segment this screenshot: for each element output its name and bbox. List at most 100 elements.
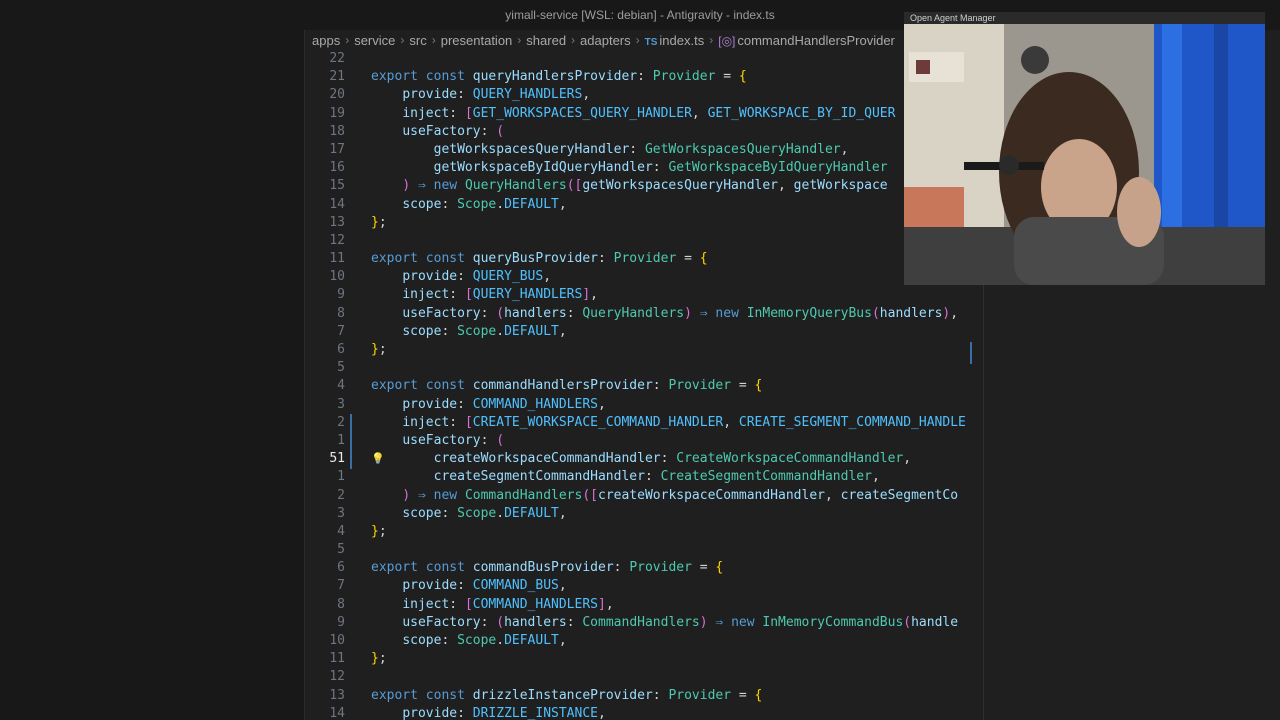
code-text: ) ⇒ new CommandHandlers([createWorkspace… (402, 487, 959, 503)
code-line[interactable]: 4}; (305, 523, 1280, 541)
breadcrumb-file-label: index.ts (659, 32, 705, 48)
line-number: 3 (337, 396, 345, 412)
code-line[interactable]: 9 useFactory: (handlers: CommandHandlers… (305, 614, 1280, 632)
code-text: inject: [QUERY_HANDLERS], (402, 287, 598, 303)
code-text: export const queryHandlersProvider: Prov… (371, 69, 747, 85)
line-number: 5 (337, 360, 345, 376)
line-number: 14 (329, 196, 345, 212)
chevron-right-icon: › (345, 33, 350, 47)
line-number: 8 (337, 596, 345, 612)
chevron-right-icon: › (431, 33, 436, 47)
code-line[interactable]: 2 inject: [CREATE_WORKSPACE_COMMAND_HAND… (305, 414, 1280, 432)
code-line[interactable]: 1 useFactory: ( (305, 432, 1280, 450)
code-text: createSegmentCommandHandler: CreateSegme… (433, 469, 880, 485)
code-line[interactable]: 6 export const commandBusProvider: Provid… (305, 559, 1280, 577)
breadcrumb-item[interactable]: service (354, 33, 395, 48)
chevron-right-icon: › (400, 33, 405, 47)
code-line[interactable]: 3 scope: Scope.DEFAULT, (305, 505, 1280, 523)
breadcrumb-symbol-label: commandHandlersProvider (737, 32, 895, 48)
code-text: createWorkspaceCommandHandler: CreateWor… (433, 451, 912, 467)
code-line[interactable]: 6}; (305, 341, 1280, 359)
code-line[interactable]: 5 (305, 359, 1280, 377)
code-line[interactable]: 8 inject: [COMMAND_HANDLERS], (305, 596, 1280, 614)
line-number: 12 (329, 232, 345, 248)
line-number: 4 (337, 378, 345, 394)
code-text: }; (371, 214, 387, 230)
line-number: 13 (329, 687, 345, 703)
line-number: 10 (329, 269, 345, 285)
line-number: 9 (337, 614, 345, 630)
line-number: 51 (329, 451, 345, 467)
code-line[interactable]: 13 export const drizzleInstanceProvider: … (305, 687, 1280, 705)
line-number: 17 (329, 141, 345, 157)
line-number: 16 (329, 160, 345, 176)
line-number: 1 (337, 469, 345, 485)
code-text: export const drizzleInstanceProvider: Pr… (371, 687, 763, 703)
line-number: 6 (337, 342, 345, 357)
breadcrumb-item[interactable]: shared (526, 33, 566, 48)
code-text: }; (371, 523, 387, 539)
code-text: }; (371, 651, 387, 667)
line-number: 12 (329, 669, 345, 685)
line-number: 9 (337, 287, 345, 303)
chevron-right-icon: › (571, 33, 576, 47)
chevron-right-icon: › (635, 33, 640, 47)
line-number: 2 (337, 414, 345, 430)
window-title: yimall-service [WSL: debian] - Antigravi… (505, 8, 775, 22)
code-text: inject: [GET_WORKSPACES_QUERY_HANDLER, G… (402, 105, 896, 121)
code-text: ) ⇒ new QueryHandlers([getWorkspacesQuer… (402, 178, 888, 194)
code-line[interactable]: 11}; (305, 650, 1280, 668)
code-line[interactable]: 9 inject: [QUERY_HANDLERS], (305, 286, 1280, 304)
git-change-marker (350, 414, 352, 469)
code-text: getWorkspaceByIdQueryHandler: GetWorkspa… (433, 160, 888, 176)
typescript-file-icon: TS (644, 36, 658, 48)
line-number: 10 (329, 633, 345, 648)
breadcrumb-item[interactable]: apps (312, 33, 340, 48)
line-number: 7 (337, 323, 345, 339)
line-number: 18 (329, 123, 345, 139)
code-text: useFactory: (handlers: CommandHandlers) … (402, 614, 959, 630)
line-number: 20 (329, 87, 345, 103)
code-text: export const commandHandlersProvider: Pr… (371, 378, 763, 394)
code-line[interactable]: 5 (305, 541, 1280, 559)
code-line[interactable]: 7 provide: COMMAND_BUS, (305, 577, 1280, 595)
code-line[interactable]: 2 ) ⇒ new CommandHandlers([createWorkspa… (305, 487, 1280, 505)
line-number: 6 (337, 560, 345, 576)
code-text: provide: COMMAND_HANDLERS, (402, 396, 606, 412)
webcam-video (904, 24, 1265, 285)
code-line[interactable]: 8 useFactory: (handlers: QueryHandlers) … (305, 305, 1280, 323)
scroll-indicator[interactable] (970, 342, 986, 364)
code-line[interactable]: 1 createSegmentCommandHandler: CreateSeg… (305, 468, 1280, 486)
line-number: 19 (329, 105, 345, 121)
breadcrumb-symbol[interactable]: [◎] commandHandlersProvider (718, 33, 895, 48)
line-number: 4 (337, 523, 345, 539)
line-number: 22 (329, 51, 345, 66)
code-text: export const commandBusProvider: Provide… (371, 560, 724, 576)
breadcrumb-item[interactable]: src (409, 33, 426, 48)
code-line[interactable]: 4 export const commandHandlersProvider: P… (305, 377, 1280, 395)
line-number: 3 (337, 505, 345, 521)
line-number: 7 (337, 578, 345, 594)
code-line[interactable]: 3 provide: COMMAND_HANDLERS, (305, 396, 1280, 414)
sidebar-panel (0, 30, 305, 720)
breadcrumb-item[interactable]: adapters (580, 33, 631, 48)
code-text: useFactory: ( (402, 123, 505, 139)
breadcrumb-file[interactable]: TS index.ts (645, 33, 705, 48)
line-number: 11 (329, 251, 345, 267)
code-text: provide: COMMAND_BUS, (402, 578, 567, 594)
code-text: provide: QUERY_HANDLERS, (402, 87, 591, 103)
code-text: scope: Scope.DEFAULT, (402, 323, 567, 339)
code-line[interactable]: 12 (305, 668, 1280, 686)
chevron-right-icon: › (709, 33, 714, 47)
code-text: export const queryBusProvider: Provider … (371, 251, 708, 267)
code-text: scope: Scope.DEFAULT, (402, 196, 567, 212)
breadcrumb-item[interactable]: presentation (441, 33, 513, 48)
code-line[interactable]: 7 scope: Scope.DEFAULT, (305, 323, 1280, 341)
code-text: scope: Scope.DEFAULT, (402, 505, 567, 521)
line-number: 2 (337, 487, 345, 503)
code-text: scope: Scope.DEFAULT, (402, 633, 567, 648)
code-line[interactable]: 14 provide: DRIZZLE_INSTANCE, (305, 705, 1280, 720)
code-text: getWorkspacesQueryHandler: GetWorkspaces… (433, 141, 849, 157)
code-line[interactable]: 51 💡 createWorkspaceCommandHandler: Creat… (305, 450, 1280, 468)
code-line[interactable]: 10 scope: Scope.DEFAULT, (305, 632, 1280, 650)
